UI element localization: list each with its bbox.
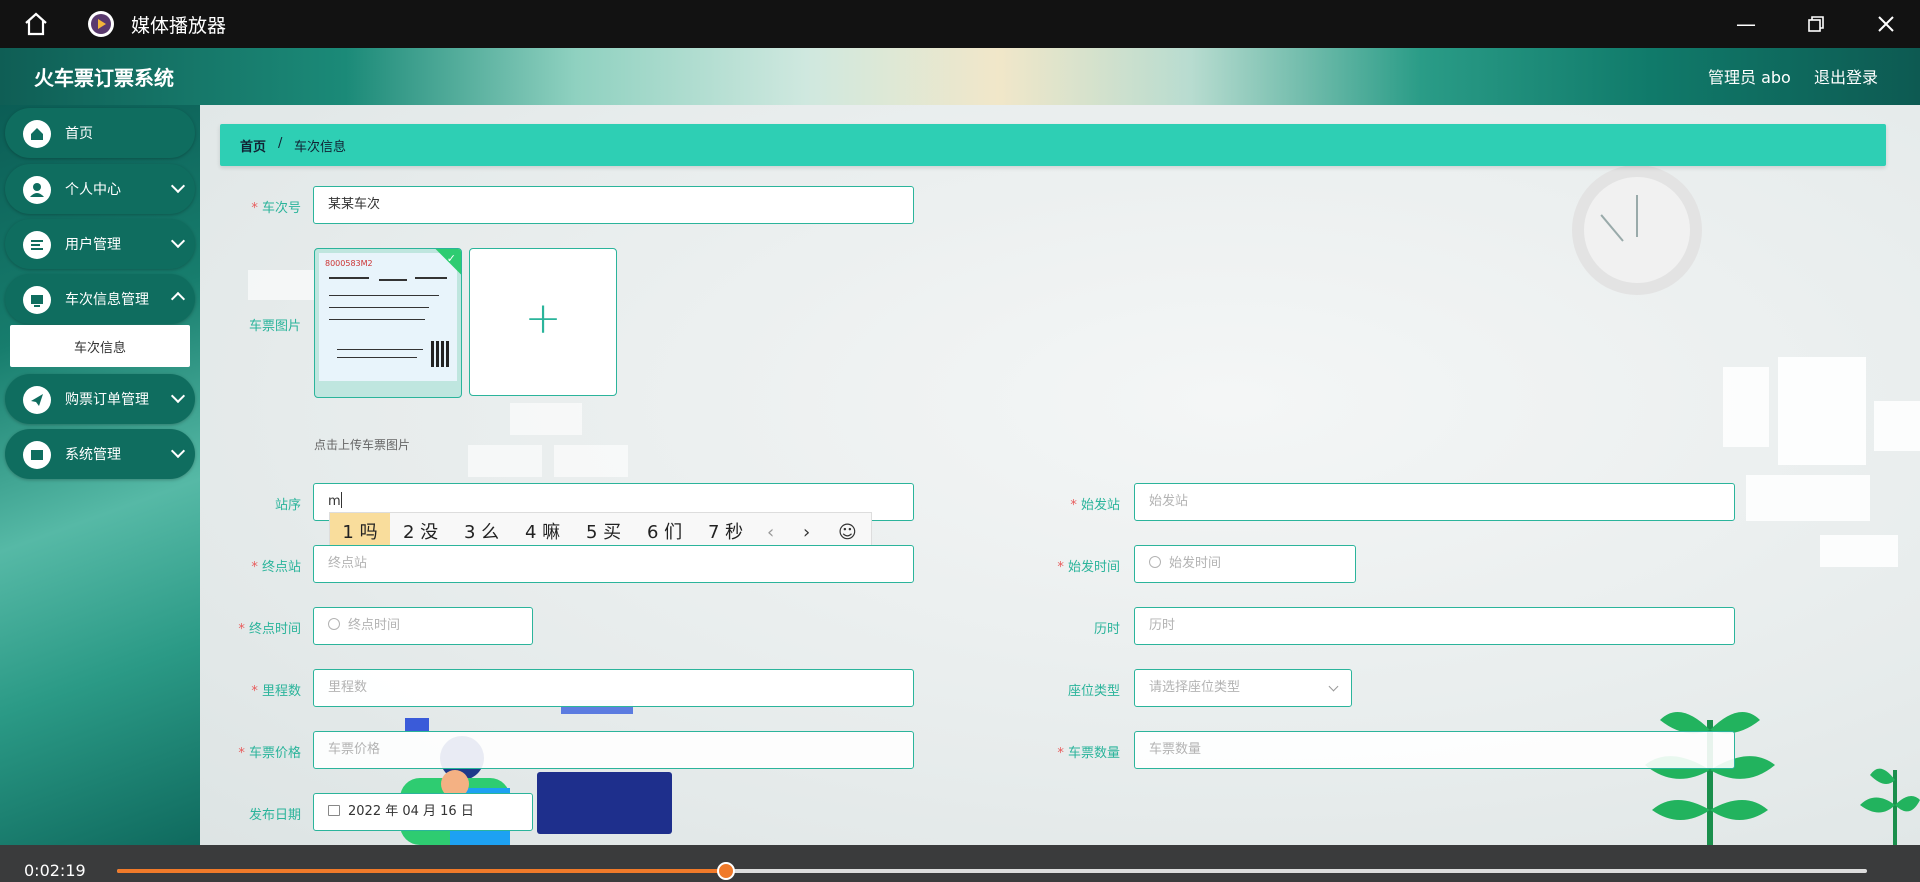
clock-icon — [1149, 556, 1161, 568]
chevron-down-icon — [170, 233, 186, 249]
ticket-image-label: 车票图片 — [248, 319, 301, 334]
calendar-icon — [328, 805, 340, 816]
clock-icon — [328, 618, 340, 630]
monitor-illustration — [537, 772, 672, 834]
duration-input[interactable]: 历时 — [1134, 607, 1735, 645]
sidebar-item-orders[interactable]: 购票订单管理 — [5, 374, 195, 424]
start-time-label: * 始发时间 — [1057, 560, 1120, 575]
ticket-image-thumbnail[interactable]: 8000583M2 ✓ — [314, 248, 462, 398]
plant-illustration — [1860, 768, 1920, 845]
current-time: 0:02:19 — [24, 861, 86, 880]
admin-label: 管理员 abo — [1708, 68, 1791, 87]
sidebar-subitem-label: 车次信息 — [73, 341, 126, 356]
train-no-label: * 车次号 — [251, 201, 301, 216]
plus-icon: + — [524, 293, 562, 344]
minimize-icon[interactable]: — — [1734, 12, 1758, 36]
decor-block — [554, 445, 628, 477]
start-station-input[interactable]: 始发站 — [1134, 483, 1735, 521]
play-icon — [88, 11, 114, 37]
breadcrumb-current: 车次信息 — [294, 140, 347, 155]
player-title-bar: 媒体播放器 — — [0, 0, 1920, 48]
mileage-input[interactable]: 里程数 — [313, 669, 914, 707]
app-brand: 火车票订票系统 — [34, 66, 174, 90]
upload-hint: 点击上传车票图片 — [314, 438, 411, 452]
progress-fill — [117, 869, 726, 873]
mileage-label: * 里程数 — [251, 684, 301, 699]
end-time-label: * 终点时间 — [238, 622, 301, 637]
logout-link[interactable]: 退出登录 — [1814, 64, 1878, 88]
end-station-label: * 终点站 — [251, 560, 301, 575]
upload-image-button[interactable]: + — [469, 248, 617, 396]
breadcrumb-home[interactable]: 首页 — [240, 136, 266, 155]
sidebar-item-label: 首页 — [65, 126, 93, 142]
chevron-up-icon — [170, 291, 186, 307]
sidebar-item-train-info[interactable]: 车次信息管理 — [5, 274, 195, 324]
decor-block — [1778, 357, 1866, 465]
end-station-input[interactable]: 终点站 — [313, 545, 914, 583]
decor-block — [1820, 535, 1898, 567]
decor-block — [248, 270, 318, 300]
chevron-down-icon — [170, 178, 186, 194]
decor-block — [510, 403, 582, 435]
duration-label: 历时 — [1093, 622, 1120, 637]
decor-block — [1723, 367, 1769, 447]
sidebar-item-label: 系统管理 — [65, 447, 121, 463]
sidebar-item-system[interactable]: 系统管理 — [5, 429, 195, 479]
box-icon — [23, 441, 51, 469]
train-no-input[interactable]: 某某车次 — [313, 186, 914, 224]
close-icon[interactable] — [1874, 12, 1898, 36]
person-icon — [23, 176, 51, 204]
chevron-down-icon — [170, 443, 186, 459]
ticket-picture: 8000583M2 — [319, 253, 457, 381]
restore-icon[interactable] — [1804, 12, 1828, 36]
decor-block — [1746, 475, 1870, 521]
sidebar-item-label: 购票订单管理 — [65, 392, 149, 408]
sidebar-item-label: 用户管理 — [65, 237, 121, 253]
send-icon — [23, 386, 51, 414]
app-header: 火车票订票系统 管理员 abo 退出登录 — [0, 48, 1920, 105]
quantity-input[interactable]: 车票数量 — [1134, 731, 1735, 769]
publish-date-label: 发布日期 — [248, 808, 301, 823]
sidebar-item-home[interactable]: 首页 — [5, 108, 195, 158]
sidebar-item-label: 车次信息管理 — [65, 292, 149, 308]
start-time-input[interactable]: 始发时间 — [1134, 545, 1356, 583]
monitor-icon — [23, 286, 51, 314]
end-time-input[interactable]: 终点时间 — [313, 607, 533, 645]
publish-date-input[interactable]: 2022 年 04 月 16 日 — [313, 793, 533, 831]
breadcrumb-separator: / — [278, 136, 283, 151]
sidebar-item-profile[interactable]: 个人中心 — [5, 164, 195, 214]
decor-block — [1874, 401, 1920, 451]
home-icon — [23, 120, 51, 148]
decor-block — [468, 445, 542, 477]
station-order-label: 站序 — [274, 498, 301, 513]
player-title: 媒体播放器 — [131, 15, 227, 37]
price-label: * 车票价格 — [238, 746, 301, 761]
seat-type-select[interactable]: 请选择座位类型 — [1134, 669, 1352, 707]
sidebar-subitem-train-info[interactable]: 车次信息 — [10, 325, 190, 367]
progress-knob[interactable] — [717, 862, 735, 880]
sidebar-item-label: 个人中心 — [65, 182, 121, 198]
sidebar-item-users[interactable]: 用户管理 — [5, 219, 195, 269]
start-station-label: * 始发站 — [1070, 498, 1120, 513]
price-input[interactable]: 车票价格 — [313, 731, 914, 769]
chevron-down-icon — [1328, 681, 1339, 692]
list-icon — [23, 231, 51, 259]
check-icon: ✓ — [446, 252, 456, 265]
quantity-label: * 车票数量 — [1057, 746, 1120, 761]
clock-illustration — [1572, 165, 1702, 295]
player-controls: 0:02:19 — [0, 845, 1920, 882]
chevron-down-icon — [170, 388, 186, 404]
seat-type-label: 座位类型 — [1067, 684, 1120, 699]
breadcrumb: 首页 / 车次信息 — [220, 124, 1886, 166]
home-icon[interactable] — [22, 10, 50, 38]
